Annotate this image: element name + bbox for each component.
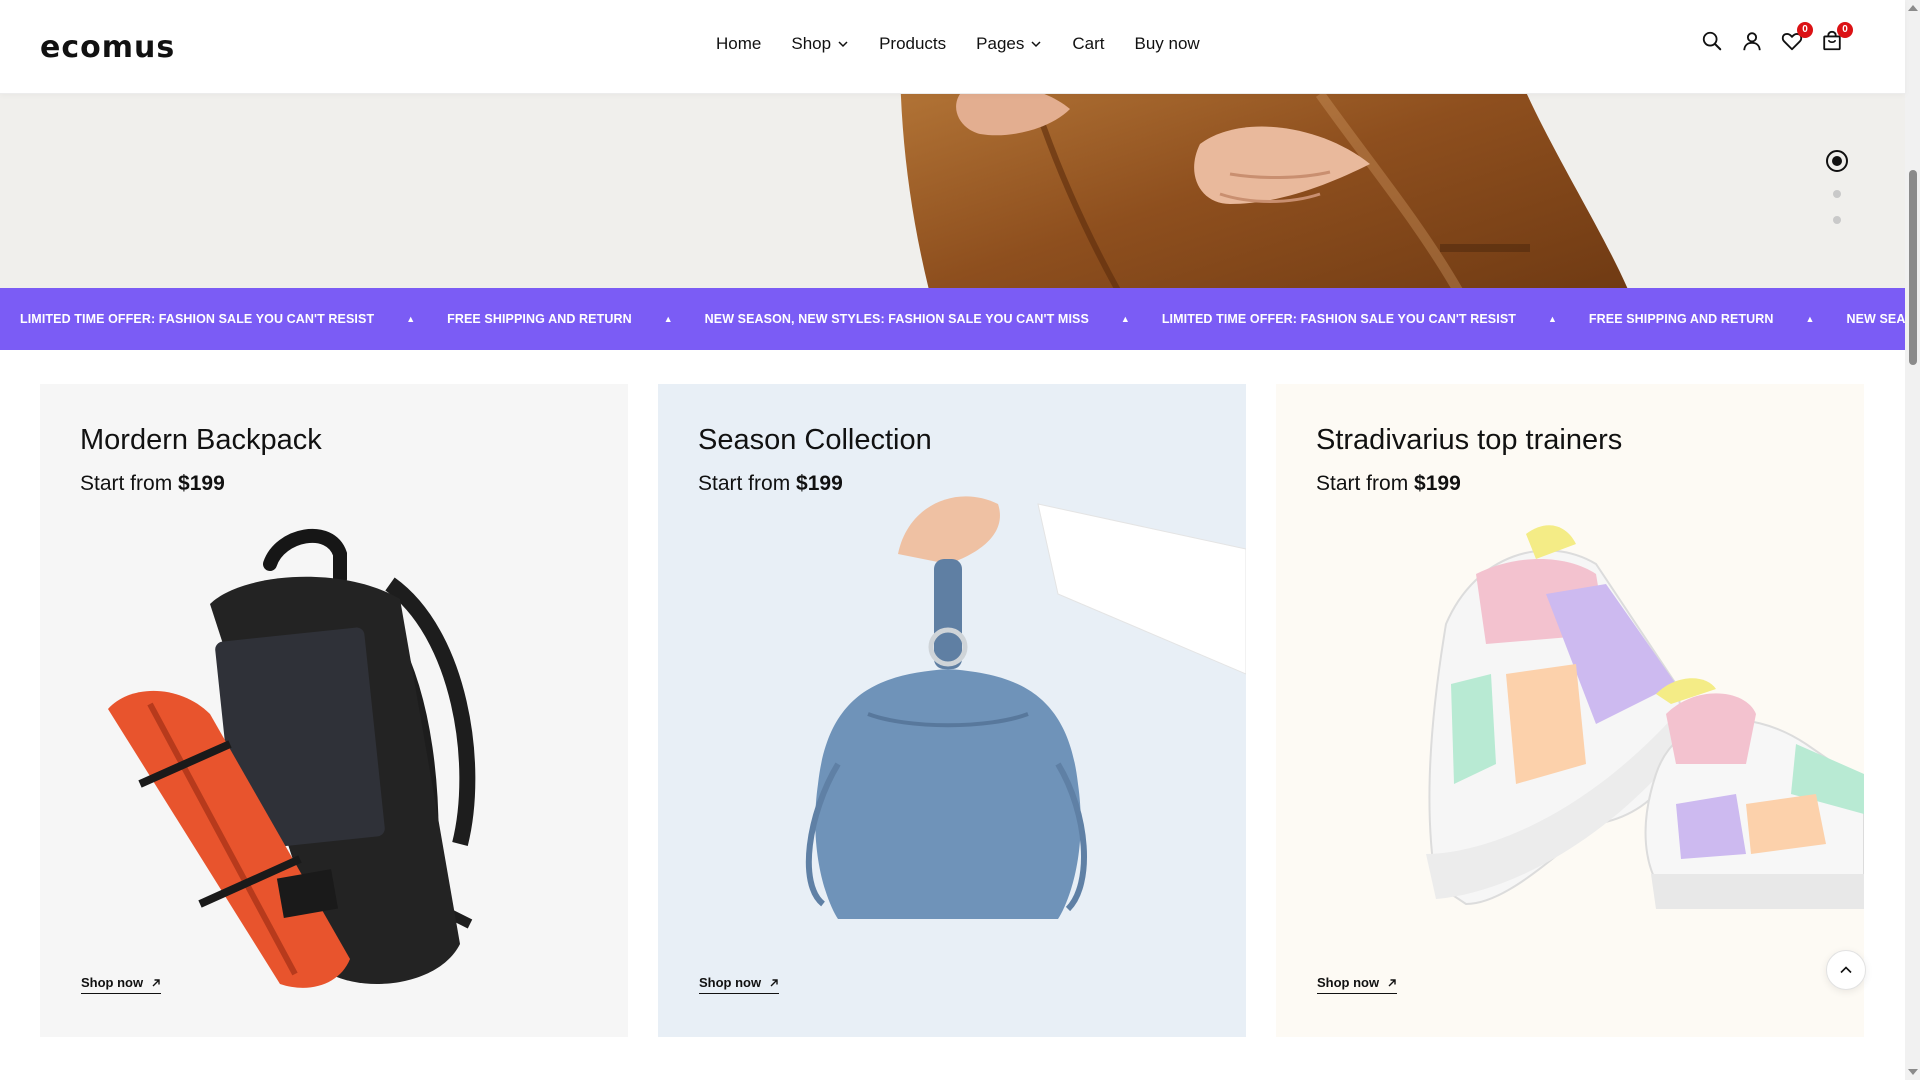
card-title: Season Collection bbox=[698, 424, 932, 456]
marquee-text: LIMITED TIME OFFER: FASHION SALE YOU CAN… bbox=[20, 312, 375, 326]
triangle-icon: ▲ bbox=[663, 314, 673, 324]
header-actions: 0 0 bbox=[1701, 22, 1853, 52]
card-price-line: Start from $199 bbox=[1316, 472, 1461, 496]
price-prefix: Start from bbox=[1316, 472, 1415, 495]
scroll-down-arrow[interactable] bbox=[1908, 1069, 1918, 1075]
triangle-icon: ▲ bbox=[406, 314, 416, 324]
collection-card-trainers[interactable]: Stradivarius top trainers Start from $19… bbox=[1276, 384, 1864, 1037]
price-prefix: Start from bbox=[80, 472, 179, 495]
chevron-down-icon bbox=[838, 41, 848, 48]
wishlist-button[interactable]: 0 bbox=[1781, 22, 1813, 52]
nav-item-products[interactable]: Products bbox=[879, 34, 946, 54]
marquee-text: LIMITED TIME OFFER: FASHION SALE YOU CAN… bbox=[1161, 312, 1516, 326]
collection-card-season[interactable]: Season Collection Start from $199 Shop n… bbox=[658, 384, 1246, 1037]
card-price-line: Start from $199 bbox=[80, 472, 225, 496]
nav-item-label: Home bbox=[716, 34, 762, 53]
nav-item-buy-now[interactable]: Buy now bbox=[1134, 34, 1199, 54]
hero-image-leather-coat bbox=[900, 94, 1628, 288]
nav-item-cart[interactable]: Cart bbox=[1072, 34, 1104, 54]
nav-item-label: Products bbox=[879, 34, 947, 53]
collection-card-backpack[interactable]: Mordern Backpack Start from $199 Shop no… bbox=[40, 384, 628, 1037]
nav-item-pages[interactable]: Pages bbox=[976, 34, 1042, 54]
nav-item-label: Buy now bbox=[1134, 34, 1200, 53]
nav-item-label: Shop bbox=[791, 34, 832, 53]
price-prefix: Start from bbox=[698, 472, 797, 495]
slide-dot-active[interactable] bbox=[1826, 150, 1848, 172]
collection-cards: Mordern Backpack Start from $199 Shop no… bbox=[40, 384, 1864, 1037]
triangle-icon: ▲ bbox=[1548, 314, 1557, 324]
card-title: Stradivarius top trainers bbox=[1316, 424, 1623, 456]
triangle-icon: ▲ bbox=[1805, 314, 1815, 324]
chevron-up-icon bbox=[1840, 966, 1852, 974]
slide-pagination bbox=[1826, 150, 1848, 224]
chevron-down-icon bbox=[1031, 41, 1041, 48]
marquee-track: LIMITED TIME OFFER: FASHION SALE YOU CAN… bbox=[0, 312, 1905, 326]
page-scrollbar[interactable] bbox=[1905, 0, 1920, 1080]
slide-dot[interactable] bbox=[1833, 216, 1841, 224]
brand-logo[interactable]: ecomus bbox=[40, 30, 175, 65]
arrow-up-right-icon bbox=[152, 978, 160, 986]
account-button[interactable] bbox=[1741, 30, 1763, 52]
wishlist-count-badge: 0 bbox=[1797, 22, 1813, 38]
user-icon bbox=[1743, 32, 1761, 51]
marquee-text: FREE SHIPPING AND RETURN bbox=[447, 312, 632, 326]
site-header: ecomus Home Shop Products Pages Cart Buy… bbox=[0, 0, 1905, 94]
card-price: $199 bbox=[796, 472, 843, 495]
back-to-top-button[interactable] bbox=[1826, 950, 1866, 990]
main-nav: Home Shop Products Pages Cart Buy now bbox=[716, 34, 1200, 54]
card-price: $199 bbox=[1414, 472, 1461, 495]
nav-item-label: Pages bbox=[976, 34, 1025, 53]
link-label: Shop now bbox=[699, 975, 762, 990]
marquee-text: NEW SEASON, NEW STYLES: FASHION SALE YOU… bbox=[704, 312, 1089, 326]
scroll-thumb[interactable] bbox=[1909, 170, 1917, 365]
shop-now-link[interactable]: Shop now bbox=[81, 975, 162, 994]
card-price: $199 bbox=[178, 472, 225, 495]
link-label: Shop now bbox=[1317, 975, 1380, 990]
nav-item-shop[interactable]: Shop bbox=[791, 34, 849, 54]
link-label: Shop now bbox=[81, 975, 144, 990]
nav-item-label: Cart bbox=[1072, 34, 1105, 53]
scroll-up-arrow[interactable] bbox=[1908, 5, 1918, 11]
shop-now-link[interactable]: Shop now bbox=[699, 975, 780, 994]
cart-count-badge: 0 bbox=[1837, 22, 1853, 38]
promo-marquee: LIMITED TIME OFFER: FASHION SALE YOU CAN… bbox=[0, 288, 1905, 350]
nav-item-home[interactable]: Home bbox=[716, 34, 761, 54]
marquee-text: NEW SEASON, NEW STYLES: FASHION bbox=[1846, 312, 1905, 326]
marquee-text: FREE SHIPPING AND RETURN bbox=[1588, 312, 1774, 326]
arrow-up-right-icon bbox=[1388, 978, 1396, 986]
cart-button[interactable]: 0 bbox=[1821, 22, 1853, 52]
shop-now-link[interactable]: Shop now bbox=[1317, 975, 1398, 994]
card-price-line: Start from $199 bbox=[698, 472, 843, 496]
triangle-icon: ▲ bbox=[1120, 314, 1130, 324]
search-icon bbox=[1702, 31, 1722, 51]
search-button[interactable] bbox=[1701, 30, 1723, 52]
card-title: Mordern Backpack bbox=[80, 424, 322, 456]
hero-slideshow bbox=[0, 94, 1905, 288]
slide-dot[interactable] bbox=[1833, 190, 1841, 198]
arrow-up-right-icon bbox=[770, 978, 778, 986]
